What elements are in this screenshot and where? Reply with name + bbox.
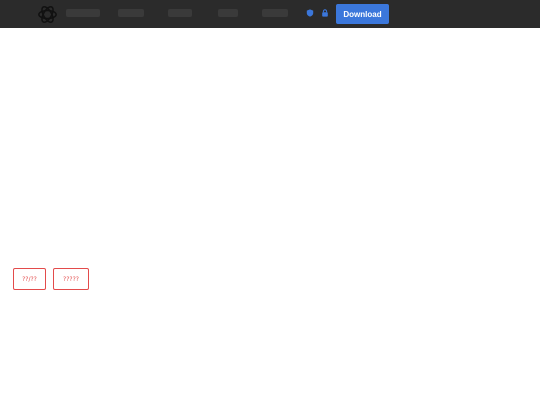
- nav-item[interactable]: [218, 9, 238, 17]
- nav-item[interactable]: [66, 9, 100, 17]
- lock-icon[interactable]: [321, 9, 329, 17]
- nav-item[interactable]: [168, 9, 192, 17]
- download-button[interactable]: Download: [336, 4, 389, 24]
- action-button-2[interactable]: ?????: [53, 268, 89, 290]
- nav-item[interactable]: [262, 9, 288, 17]
- shield-icon[interactable]: [306, 9, 314, 17]
- nav-item[interactable]: [118, 9, 144, 17]
- action-button-1[interactable]: ??/??: [13, 268, 46, 290]
- top-bar: Download: [0, 0, 540, 28]
- openai-logo-icon[interactable]: [36, 3, 59, 26]
